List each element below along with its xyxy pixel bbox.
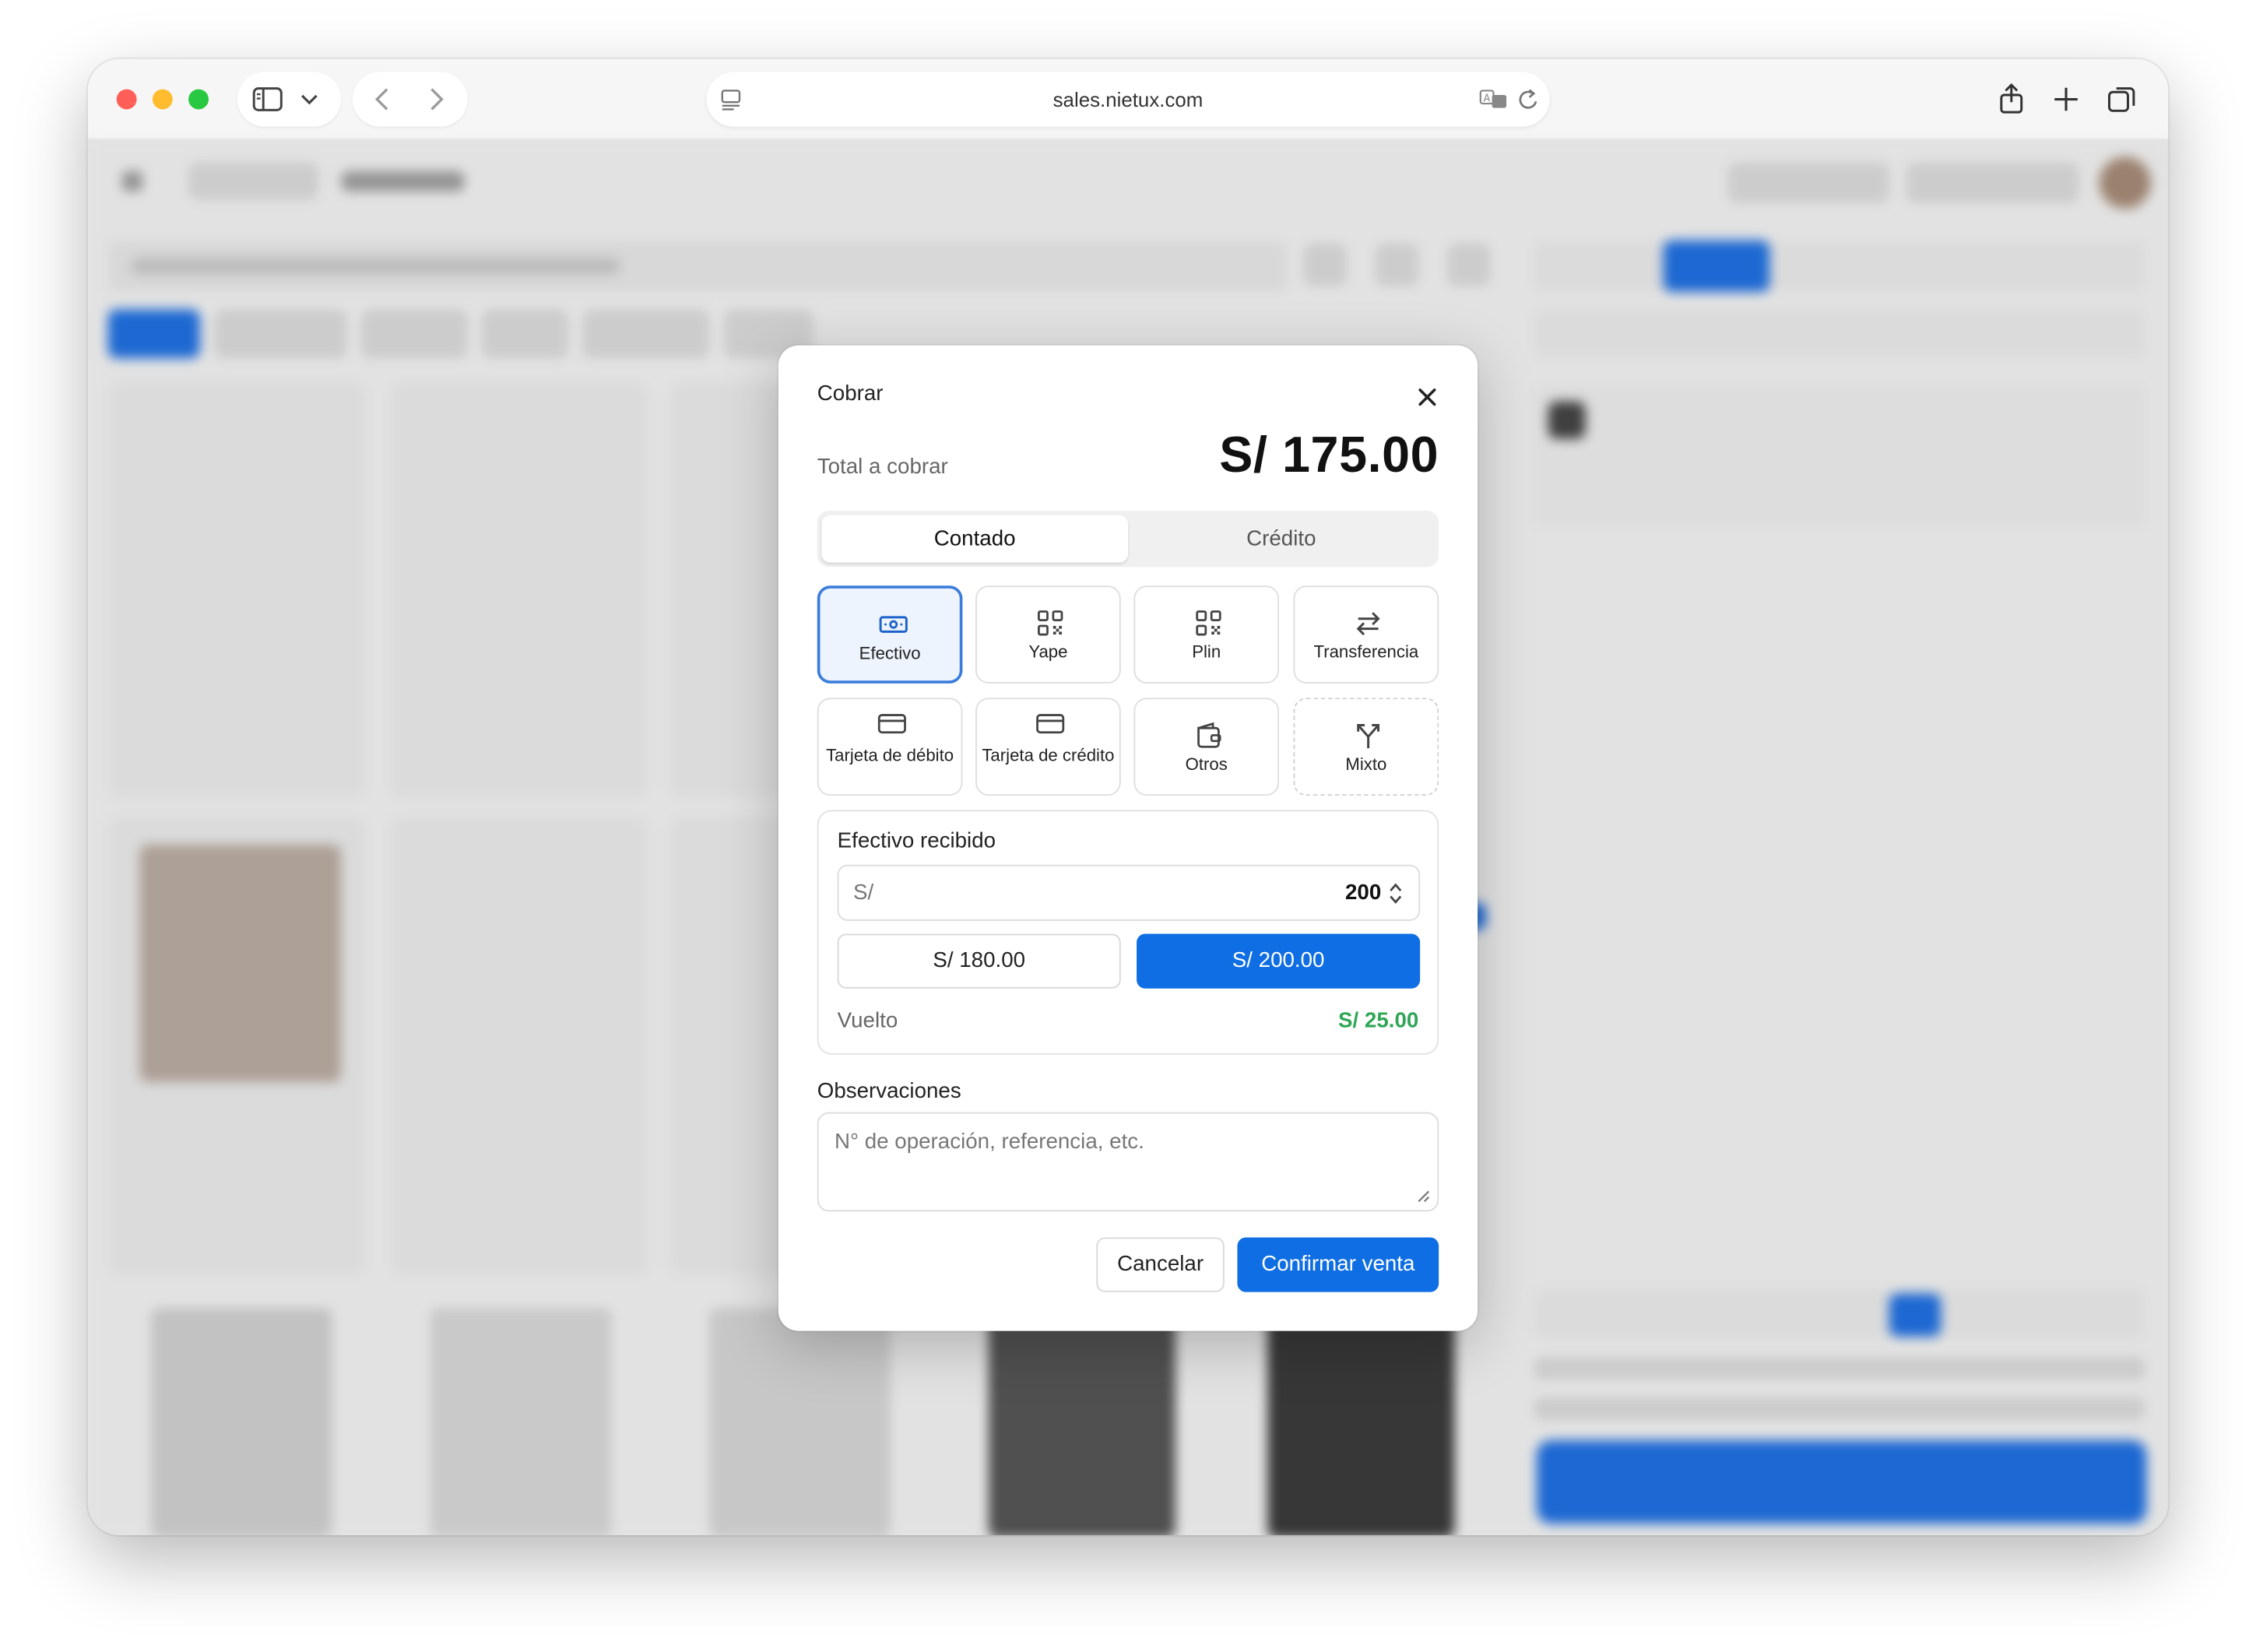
browser-toolbar: sales.nietux.com A (87, 58, 2169, 140)
maximize-window-button[interactable] (188, 89, 209, 110)
method-label: Otros (1185, 754, 1228, 775)
change-amount: S/ 25.00 (1338, 1008, 1419, 1034)
method-plin[interactable]: Plin (1133, 585, 1280, 684)
share-icon[interactable] (1997, 83, 2026, 115)
confirm-sale-button[interactable]: Confirmar venta (1237, 1237, 1439, 1292)
credit-card-icon (877, 714, 906, 734)
payment-terms-credito[interactable]: Crédito (1128, 515, 1435, 563)
close-icon[interactable] (1414, 384, 1440, 409)
cash-icon (879, 616, 908, 633)
svg-text:A: A (1483, 93, 1490, 104)
total-label: Total a cobrar (817, 455, 948, 480)
method-label: Efectivo (859, 643, 921, 664)
minimize-window-button[interactable] (152, 89, 173, 110)
payment-terms-toggle: Contado Crédito (817, 511, 1439, 568)
cash-received-input[interactable]: S/ 200 (837, 864, 1421, 921)
browser-window: sales.nietux.com A Cobrar Total a cobrar… (87, 58, 2169, 1536)
currency-prefix: S/ (852, 880, 874, 905)
reload-icon[interactable] (1518, 88, 1540, 111)
total-amount: S/ 175.00 (1219, 427, 1439, 483)
method-label: Mixto (1345, 754, 1387, 775)
back-chevron-icon[interactable] (374, 86, 392, 112)
translate-icon[interactable]: A (1479, 90, 1508, 110)
tab-overview-icon[interactable] (2107, 85, 2137, 114)
cash-received-value[interactable]: 200 (1345, 866, 1381, 921)
cash-received-title: Efectivo recibido (837, 828, 996, 853)
quick-amount-button-selected[interactable]: S/ 200.00 (1137, 933, 1421, 989)
notes-label: Observaciones (817, 1079, 961, 1104)
method-mixto[interactable]: Mixto (1293, 698, 1439, 796)
method-label: Yape (1028, 641, 1068, 663)
method-label: Plin (1192, 641, 1221, 663)
cancel-button[interactable]: Cancelar (1096, 1237, 1225, 1292)
method-tarjeta-credito[interactable]: Tarjeta de crédito (975, 698, 1121, 796)
method-yape[interactable]: Yape (975, 585, 1121, 684)
quick-amount-button[interactable]: S/ 180.00 (837, 933, 1121, 989)
qr-code-icon (1196, 610, 1221, 636)
method-label: Transferencia (1313, 641, 1419, 663)
sidebar-icon (252, 87, 283, 111)
notes-textarea[interactable] (817, 1112, 1439, 1212)
forward-chevron-icon[interactable] (427, 86, 445, 112)
qr-code-icon (1038, 610, 1063, 636)
payment-terms-contado[interactable]: Contado (821, 515, 1128, 563)
close-window-button[interactable] (116, 89, 137, 110)
method-label: Tarjeta de crédito (982, 745, 1115, 766)
payment-modal: Cobrar Total a cobrar S/ 175.00 Contado … (778, 345, 1478, 1331)
address-bar[interactable]: sales.nietux.com A (706, 72, 1550, 127)
change-label: Vuelto (837, 1008, 898, 1034)
credit-card-icon (1036, 714, 1065, 734)
method-label: Tarjeta de débito (826, 745, 954, 766)
cash-received-panel: Efectivo recibido S/ 200 S/ 180.00 S/ 20… (817, 810, 1439, 1055)
number-stepper-icon[interactable] (1389, 882, 1403, 905)
method-otros[interactable]: Otros (1133, 698, 1280, 796)
sidebar-toggle-button[interactable] (237, 72, 342, 127)
method-transferencia[interactable]: Transferencia (1293, 585, 1439, 684)
url-text: sales.nietux.com (1052, 87, 1204, 111)
wallet-icon (1197, 722, 1221, 748)
split-arrows-icon (1357, 724, 1380, 749)
method-tarjeta-debito[interactable]: Tarjeta de débito (817, 698, 963, 796)
transfer-arrows-icon (1356, 612, 1380, 636)
modal-title: Cobrar (817, 381, 884, 406)
resize-handle-icon[interactable] (1416, 1189, 1430, 1203)
chevron-down-icon[interactable] (300, 93, 318, 105)
new-tab-icon[interactable] (2053, 86, 2079, 112)
method-efectivo[interactable]: Efectivo (817, 585, 963, 684)
history-navigation (352, 72, 468, 127)
